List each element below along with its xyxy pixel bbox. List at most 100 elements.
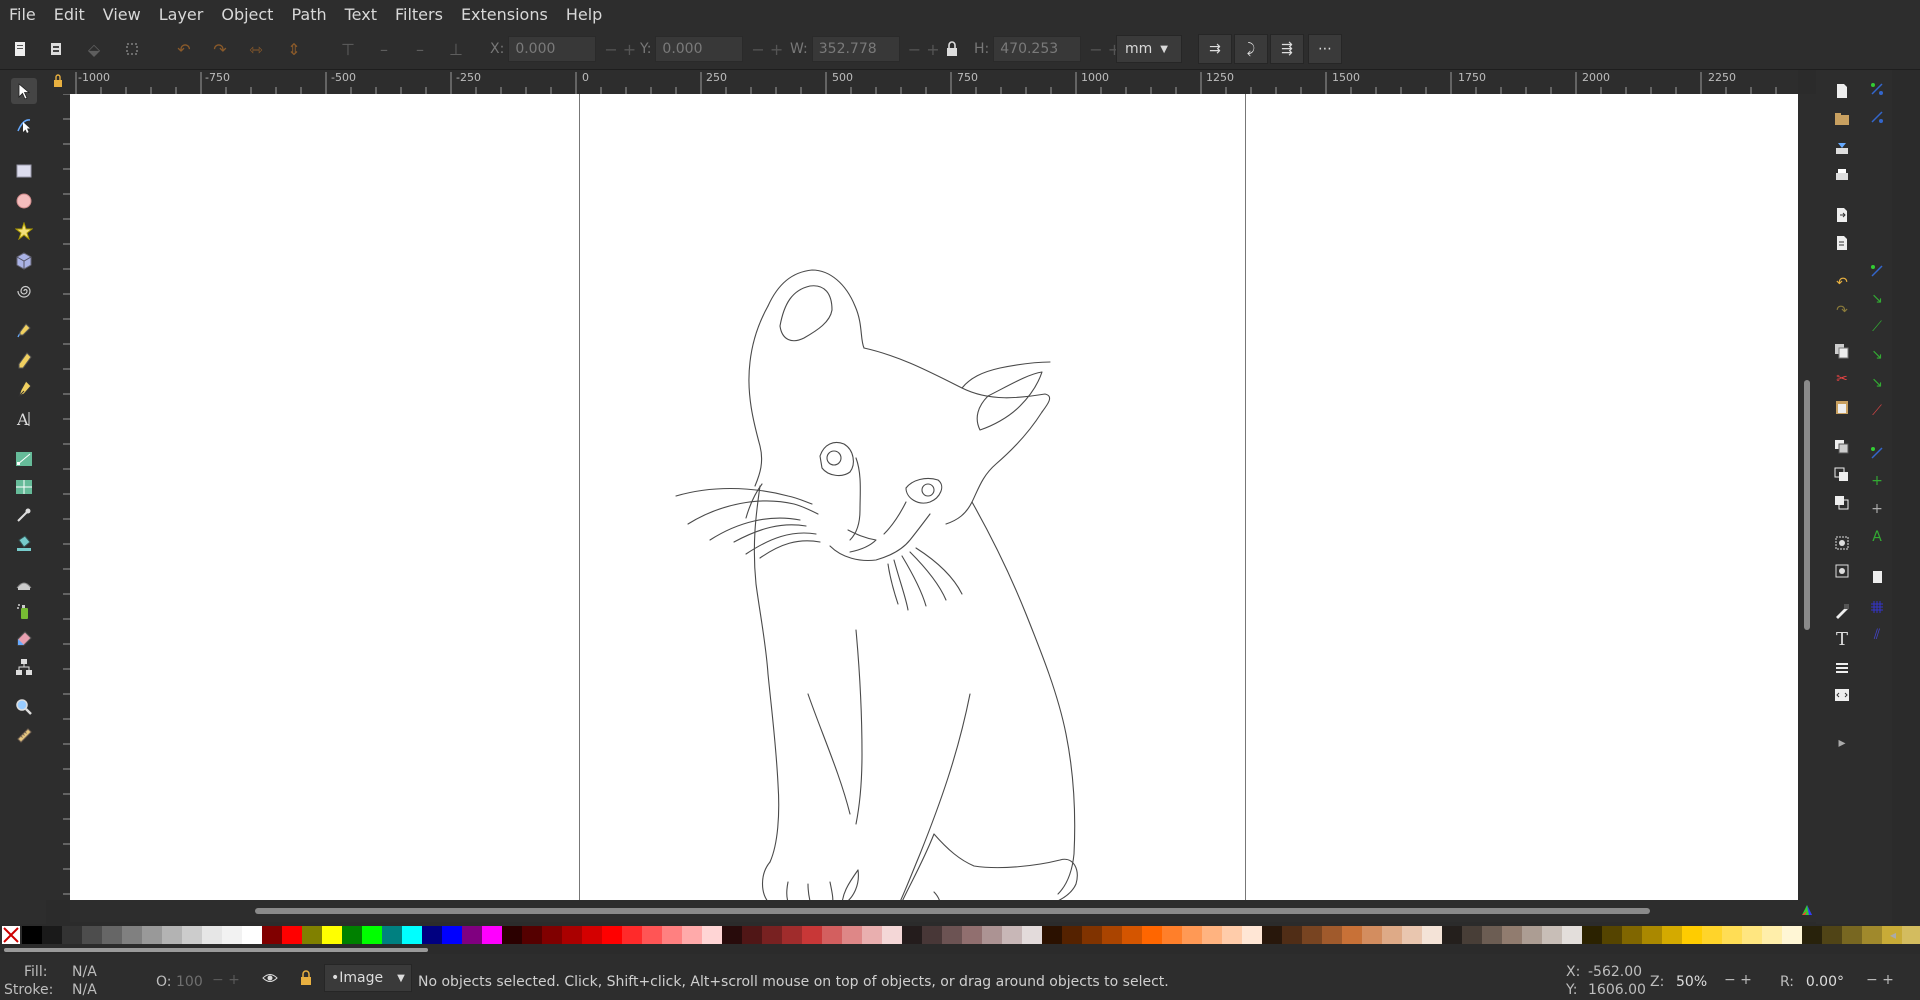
color-swatch[interactable] [442, 926, 462, 944]
snap-path-icon[interactable]: ↘ [1866, 288, 1888, 310]
color-swatch[interactable] [1482, 926, 1502, 944]
color-swatch[interactable] [1842, 926, 1862, 944]
color-swatch[interactable] [1002, 926, 1022, 944]
color-swatch[interactable] [382, 926, 402, 944]
color-swatch[interactable] [102, 926, 122, 944]
y-value[interactable]: 0.000 [655, 36, 744, 62]
w-stepper-icon[interactable]: − + [908, 40, 940, 59]
menu-extensions[interactable]: Extensions [452, 5, 557, 24]
color-swatch[interactable] [842, 926, 862, 944]
star-tool-icon[interactable] [11, 218, 37, 244]
x-stepper-icon[interactable]: − + [604, 40, 636, 59]
x-field[interactable]: X: 0.000 − + [490, 35, 636, 63]
color-swatch[interactable] [402, 926, 422, 944]
3d-box-tool-icon[interactable] [11, 248, 37, 274]
fill-value[interactable]: N/A [72, 964, 97, 980]
color-swatch[interactable] [802, 926, 822, 944]
color-manage-icon[interactable] [1800, 902, 1814, 916]
select-same-icon[interactable]: ⬙ [82, 37, 106, 61]
open-icon[interactable] [1831, 108, 1853, 130]
canvas[interactable] [70, 94, 1798, 900]
snap-enable-icon[interactable] [1866, 78, 1888, 100]
color-swatch[interactable] [1662, 926, 1682, 944]
color-swatch[interactable] [1602, 926, 1622, 944]
deselect-icon[interactable] [120, 37, 144, 61]
horizontal-scroll-thumb[interactable] [255, 908, 1650, 914]
snap-nodes-icon[interactable] [1866, 260, 1888, 282]
zoom-stepper-icon[interactable]: − + [1724, 972, 1752, 988]
color-swatch[interactable] [922, 926, 942, 944]
color-swatch[interactable] [1642, 926, 1662, 944]
undo-icon[interactable]: ↶ [1831, 272, 1853, 294]
lower-icon[interactable]: – [408, 37, 432, 61]
color-swatch[interactable] [1022, 926, 1042, 944]
unlink-clone-icon[interactable] [1831, 492, 1853, 514]
unit-select[interactable]: mm ▼ [1116, 35, 1182, 63]
color-swatch[interactable] [262, 926, 282, 944]
color-swatch[interactable] [1382, 926, 1402, 944]
snap-page-icon[interactable] [1866, 566, 1888, 588]
color-swatch[interactable] [22, 926, 42, 944]
color-swatch[interactable] [82, 926, 102, 944]
no-paint-swatch[interactable] [2, 926, 20, 944]
vertical-ruler[interactable] [46, 94, 70, 900]
color-swatch[interactable] [1242, 926, 1262, 944]
rotate-value[interactable]: 0.00° [1804, 974, 1844, 990]
text-font-icon[interactable]: T [1831, 628, 1853, 650]
color-swatch[interactable] [482, 926, 502, 944]
cat-drawing[interactable] [70, 94, 1798, 900]
color-swatch[interactable] [1442, 926, 1462, 944]
color-swatch[interactable] [642, 926, 662, 944]
color-swatch[interactable] [682, 926, 702, 944]
color-swatch[interactable] [882, 926, 902, 944]
duplicate-icon[interactable] [1831, 436, 1853, 458]
raise-icon[interactable]: – [372, 37, 396, 61]
stroke-value[interactable]: N/A [72, 982, 97, 998]
palette-scrollbar[interactable] [0, 946, 1920, 954]
color-swatch[interactable] [1342, 926, 1362, 944]
color-swatch[interactable] [1282, 926, 1302, 944]
select-all-layers-icon[interactable] [44, 37, 68, 61]
color-swatch[interactable] [462, 926, 482, 944]
color-swatch[interactable] [1802, 926, 1822, 944]
dropper-tool-icon[interactable] [11, 502, 37, 528]
color-swatch[interactable] [942, 926, 962, 944]
color-swatch[interactable] [562, 926, 582, 944]
color-swatch[interactable] [1582, 926, 1602, 944]
horizontal-scrollbar[interactable] [70, 900, 1816, 922]
pencil-tool-icon[interactable] [11, 318, 37, 344]
color-swatch[interactable] [1722, 926, 1742, 944]
snap-bbox-icon[interactable] [1866, 106, 1888, 128]
color-swatch[interactable] [582, 926, 602, 944]
zoom-tool-icon[interactable] [11, 694, 37, 720]
snap-text-baseline-icon[interactable]: A [1866, 526, 1888, 548]
color-swatch[interactable] [302, 926, 322, 944]
color-swatch[interactable] [62, 926, 82, 944]
rotate-ccw-icon[interactable]: ↶ [172, 37, 196, 61]
color-swatch[interactable] [1862, 926, 1882, 944]
node-tool-icon[interactable] [11, 112, 37, 138]
snap-midpoint-icon[interactable]: ⟋ [1866, 400, 1888, 422]
transform-gradients-icon[interactable]: ⇶ [1270, 34, 1304, 64]
menu-file[interactable]: File [0, 5, 45, 24]
color-swatch[interactable] [1902, 926, 1920, 944]
menu-path[interactable]: Path [282, 5, 335, 24]
color-swatch[interactable] [1222, 926, 1242, 944]
snap-smooth-icon[interactable]: ↘ [1866, 372, 1888, 394]
color-swatch[interactable] [1542, 926, 1562, 944]
fill-stroke-icon[interactable] [1831, 600, 1853, 622]
redo-icon[interactable]: ↷ [1831, 300, 1853, 322]
menu-text[interactable]: Text [336, 5, 386, 24]
opacity-value[interactable]: 100 [176, 974, 203, 990]
color-swatch[interactable] [962, 926, 982, 944]
color-swatch[interactable] [1162, 926, 1182, 944]
snap-grid-icon[interactable] [1866, 596, 1888, 618]
w-value[interactable]: 352.778 [811, 36, 900, 62]
color-swatch[interactable] [322, 926, 342, 944]
color-swatch[interactable] [242, 926, 262, 944]
menu-view[interactable]: View [94, 5, 150, 24]
color-swatch[interactable] [902, 926, 922, 944]
color-swatch[interactable] [162, 926, 182, 944]
raise-to-top-icon[interactable]: ⊤ [336, 37, 360, 61]
color-swatch[interactable] [1562, 926, 1582, 944]
